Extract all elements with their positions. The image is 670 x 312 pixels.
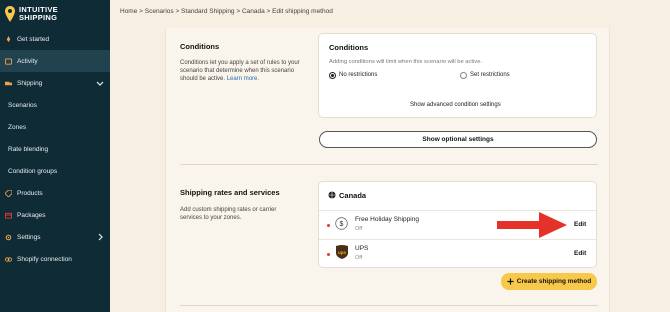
globe-icon — [328, 191, 336, 199]
sidebar-item-condition-groups[interactable]: Condition groups — [0, 160, 110, 182]
sidebar-item-label: Shopify connection — [17, 255, 72, 263]
conditions-title: Conditions — [180, 42, 220, 51]
rate-name: Free Holiday Shipping — [355, 216, 419, 223]
sidebar-item-label: Products — [17, 189, 43, 197]
create-shipping-method-label: Create shipping method — [516, 278, 592, 285]
sidebar-item-zones[interactable]: Zones — [0, 116, 110, 138]
create-shipping-method-button[interactable]: Create shipping method — [501, 273, 597, 290]
section-divider — [180, 305, 598, 306]
sidebar-item-settings[interactable]: Settings — [0, 226, 110, 248]
set-restrictions-label: Set restrictions — [470, 72, 510, 78]
brand-name: INTUITIVE SHIPPING — [19, 5, 58, 22]
advanced-conditions-link[interactable]: Show advanced condition settings — [410, 102, 501, 108]
sidebar-item-rate-blending[interactable]: Rate blending — [0, 138, 110, 160]
conditions-description: Conditions let you apply a set of rules … — [180, 60, 300, 82]
brand-logo[interactable]: INTUITIVE SHIPPING — [0, 0, 110, 28]
sidebar-item-label: Get started — [17, 35, 50, 43]
status-dot — [327, 253, 330, 256]
status-dot — [327, 224, 330, 227]
sidebar-item-products[interactable]: Products — [0, 182, 110, 204]
free-shipping-icon: $ — [335, 217, 348, 230]
edit-rate-button[interactable]: Edit — [574, 221, 586, 228]
conditions-card: Conditions Adding conditions will limit … — [318, 33, 597, 118]
sidebar-item-activity[interactable]: Activity — [0, 50, 110, 72]
rates-title: Shipping rates and services — [180, 188, 280, 197]
sidebar-item-scenarios[interactable]: Scenarios — [0, 94, 110, 116]
truck-icon — [5, 81, 12, 85]
rates-description: Add custom shipping rates or carrier ser… — [180, 207, 277, 221]
section-divider — [180, 164, 598, 165]
svg-text:ups: ups — [338, 250, 346, 255]
annotation-arrow-icon — [497, 212, 567, 238]
conditions-card-subtitle: Adding conditions will limit when this s… — [329, 59, 483, 65]
no-restrictions-label: No restrictions — [339, 72, 378, 78]
sidebar-item-shipping[interactable]: Shipping — [0, 72, 110, 94]
tag-icon — [5, 189, 12, 197]
location-pin-icon — [5, 6, 15, 22]
sidebar-item-label: Packages — [17, 211, 46, 219]
rate-name: UPS — [355, 245, 369, 252]
breadcrumb[interactable]: Home > Scenarios > Standard Shipping > C… — [120, 8, 333, 15]
package-icon — [5, 212, 12, 219]
sidebar-item-label: Shipping — [17, 79, 43, 87]
rocket-icon — [6, 35, 11, 42]
learn-more-link[interactable]: Learn more. — [227, 76, 259, 82]
conditions-card-title: Conditions — [329, 43, 369, 52]
chevron-right-icon[interactable] — [96, 233, 104, 241]
sidebar-item-label: Settings — [17, 233, 41, 241]
sidebar-item-label: Activity — [17, 57, 38, 65]
sidebar-item-shopify-connection[interactable]: Shopify connection — [0, 248, 110, 270]
gear-icon — [5, 234, 12, 240]
rate-row[interactable]: ups UPS Off Edit — [319, 239, 597, 268]
rate-status: Off — [355, 255, 363, 261]
ups-logo-icon: ups — [336, 245, 348, 259]
zone-name: Canada — [339, 191, 367, 200]
no-restrictions-radio[interactable] — [329, 72, 336, 79]
show-optional-settings-button[interactable]: Show optional settings — [319, 131, 597, 148]
sidebar-item-label: Rate blending — [8, 145, 49, 153]
svg-text:$: $ — [340, 221, 344, 228]
activity-icon — [5, 57, 12, 65]
link-icon — [5, 256, 12, 262]
chevron-down-icon[interactable] — [96, 79, 104, 87]
rate-status: Off — [355, 226, 363, 232]
sidebar-item-get-started[interactable]: Get started — [0, 28, 110, 50]
set-restrictions-radio[interactable] — [460, 72, 467, 79]
sidebar-item-label: Scenarios — [8, 101, 37, 109]
edit-rate-button[interactable]: Edit — [574, 250, 586, 257]
sidebar-item-packages[interactable]: Packages — [0, 204, 110, 226]
plus-icon — [507, 278, 514, 285]
sidebar-item-label: Condition groups — [8, 167, 58, 175]
sidebar-item-label: Zones — [8, 123, 27, 131]
sidebar: INTUITIVE SHIPPING Get started Activity … — [0, 0, 110, 312]
